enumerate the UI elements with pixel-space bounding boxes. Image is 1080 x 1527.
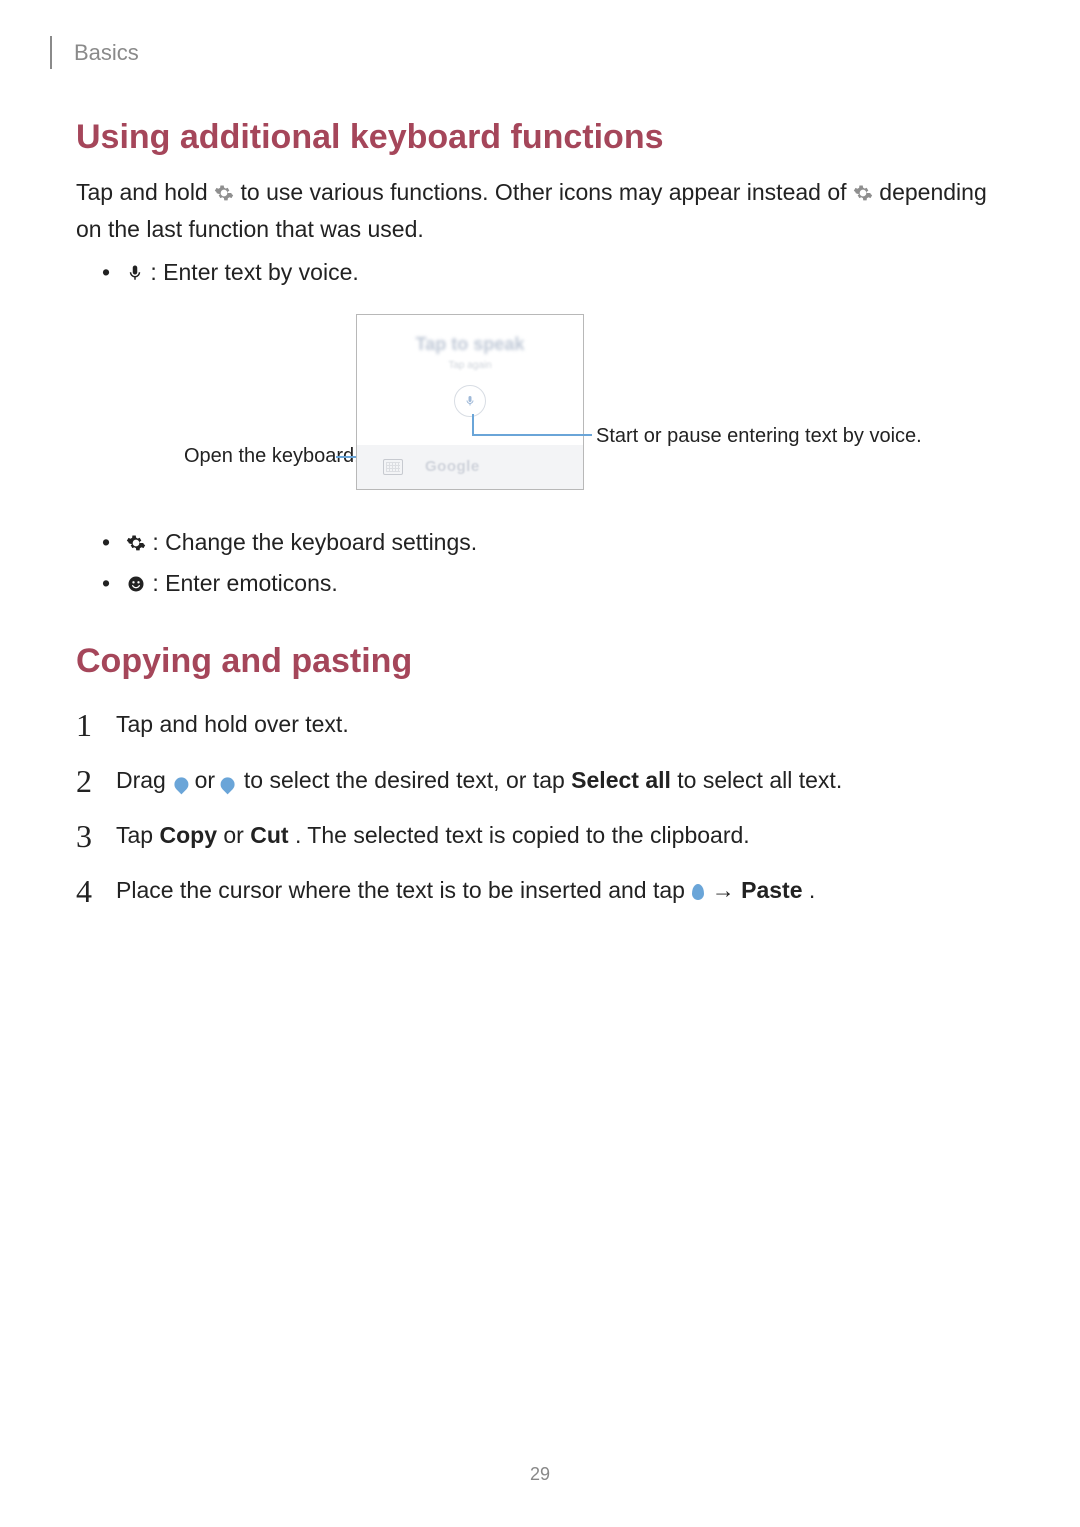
step-1-text: Tap and hold over text. [116, 711, 349, 737]
gear-icon [214, 179, 234, 212]
page-header: Basics [50, 36, 1004, 69]
step-4: Place the cursor where the text is to be… [76, 874, 1004, 907]
section-heading-copy-paste: Copying and pasting [76, 637, 1004, 686]
step-2-text-d: to select all text. [677, 767, 842, 793]
selection-handle-left-icon [172, 774, 192, 794]
google-label: Google [425, 456, 480, 478]
callout-line [472, 434, 592, 436]
copy-paste-steps: Tap and hold over text. Drag or to selec… [76, 708, 1004, 907]
voice-panel-top: Tap to speak Tap again [357, 315, 583, 437]
paste-label: Paste [741, 877, 802, 903]
bullet-voice-text: : Enter text by voice. [150, 259, 358, 285]
header-section-label: Basics [74, 37, 139, 69]
step-4-text-b: . [809, 877, 815, 903]
bullet-list-1: : Enter text by voice. [76, 256, 1004, 292]
bullet-settings-text: : Change the keyboard settings. [152, 529, 477, 555]
step-4-text-a: Place the cursor where the text is to be… [116, 877, 691, 903]
voice-panel-bottom-bar: Google [357, 445, 583, 489]
manual-page: Basics Using additional keyboard functio… [0, 0, 1080, 1527]
copy-label: Copy [159, 822, 217, 848]
header-rule [50, 36, 52, 69]
bullet-emoticons: : Enter emoticons. [102, 567, 1004, 603]
step-3-text-a: Tap [116, 822, 159, 848]
bullet-voice-input: : Enter text by voice. [102, 256, 1004, 292]
microphone-icon [126, 259, 144, 292]
callout-open-keyboard: Open the keyboard. [184, 442, 360, 471]
intro-text-a: Tap and hold [76, 179, 214, 205]
smiley-icon [126, 570, 146, 603]
step-3: Tap Copy or Cut . The selected text is c… [76, 819, 1004, 852]
voice-panel: Tap to speak Tap again Google [356, 314, 584, 490]
step-4-arrow: → [712, 877, 741, 903]
bullet-list-2: : Change the keyboard settings. : Enter … [76, 526, 1004, 603]
section-heading-keyboard-functions: Using additional keyboard functions [76, 113, 1004, 162]
cursor-handle-icon [692, 884, 704, 900]
step-1: Tap and hold over text. [76, 708, 1004, 741]
voice-input-diagram: Open the keyboard. Tap to speak Tap agai… [76, 314, 1004, 514]
intro-paragraph: Tap and hold to use various functions. O… [76, 176, 1004, 246]
step-2-text-a: Drag [116, 767, 172, 793]
callout-line [472, 414, 474, 436]
page-number: 29 [0, 1461, 1080, 1487]
bullet-change-settings: : Change the keyboard settings. [102, 526, 1004, 562]
cut-label: Cut [250, 822, 288, 848]
intro-text-b: to use various functions. Other icons ma… [241, 179, 853, 205]
tap-to-speak-sub: Tap again [357, 359, 583, 374]
bullet-emoticons-text: : Enter emoticons. [152, 570, 337, 596]
callout-start-pause-voice: Start or pause entering text by voice. [596, 422, 926, 451]
gear-icon [126, 529, 146, 562]
voice-mic-button[interactable] [454, 385, 486, 417]
step-2-text-c: to select the desired text, or tap [244, 767, 571, 793]
step-2-text-b: or [195, 767, 222, 793]
microphone-icon [464, 394, 476, 408]
step-3-text-b: or [223, 822, 250, 848]
step-3-text-c: . The selected text is copied to the cli… [295, 822, 750, 848]
tap-to-speak-label: Tap to speak [357, 331, 583, 357]
gear-icon [853, 179, 873, 212]
keyboard-icon[interactable] [383, 459, 403, 475]
select-all-label: Select all [571, 767, 671, 793]
step-2: Drag or to select the desired text, or t… [76, 764, 1004, 797]
